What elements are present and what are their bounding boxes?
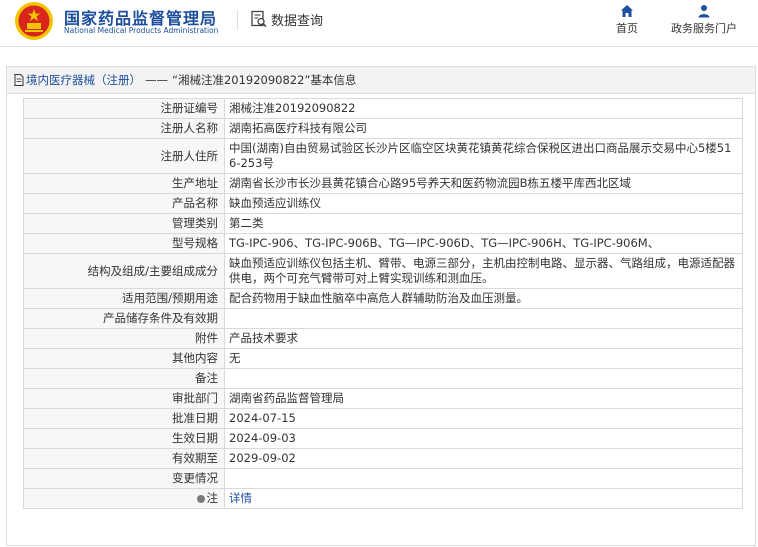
field-value: 2029-09-02 <box>224 448 743 469</box>
nav-home-label: 首页 <box>616 22 638 35</box>
table-row: 有效期至 2029-09-02 <box>23 448 743 469</box>
field-value: 湖南省药品监督管理局 <box>224 388 743 409</box>
national-emblem-icon <box>15 2 53 40</box>
home-icon <box>621 5 633 17</box>
field-label: 变更情况 <box>23 468 225 489</box>
field-label: 生效日期 <box>23 428 225 449</box>
table-row: 管理类别 第二类 <box>23 213 743 234</box>
nav-government-services[interactable]: 政务服务门户 <box>662 4 746 36</box>
field-value <box>224 468 743 489</box>
table-row: 生效日期 2024-09-03 <box>23 428 743 449</box>
note-icon <box>196 494 205 503</box>
table-row: 生产地址 湖南省长沙市长沙县黄花镇合心路95号养天和医药物流园B栋五楼平库西北区域 <box>23 173 743 194</box>
note-label: 注 <box>206 491 219 505</box>
field-label: 批准日期 <box>23 408 225 429</box>
table-row: 备注 <box>23 368 743 389</box>
breadcrumb-category[interactable]: 境内医疗器械（注册） <box>26 72 141 88</box>
note-value-cell: 详情 <box>224 488 743 509</box>
field-label: 注册证编号 <box>23 98 225 119</box>
site-subtitle: National Medical Products Administration <box>64 26 219 35</box>
field-label: 产品名称 <box>23 193 225 214</box>
field-label: 其他内容 <box>23 348 225 369</box>
table-row: 变更情况 <box>23 468 743 489</box>
table-row: 其他内容无 <box>23 348 743 369</box>
table-row: 附件 产品技术要求 <box>23 328 743 349</box>
field-value: 湖南拓高医疗科技有限公司 <box>224 118 743 139</box>
field-value: 无 <box>224 348 743 369</box>
table-row: 注册人名称 湖南拓高医疗科技有限公司 <box>23 118 743 139</box>
document-icon <box>14 74 24 86</box>
field-label: 审批部门 <box>23 388 225 409</box>
field-label: 适用范围/预期用途 <box>23 288 225 309</box>
field-label: 管理类别 <box>23 213 225 234</box>
breadcrumb-separator: —— <box>145 73 168 87</box>
field-value: 配合药物用于缺血性脑卒中高危人群辅助防治及血压测量。 <box>224 288 743 309</box>
field-label: 生产地址 <box>23 173 225 194</box>
detail-table: 注册证编号 湘械注准20192090822 注册人名称 湖南拓高医疗科技有限公司 注册人… <box>23 98 743 509</box>
field-label: 产品储存条件及有效期 <box>23 308 225 329</box>
field-value <box>224 368 743 389</box>
details-link[interactable]: 详情 <box>229 491 252 505</box>
field-label: 备注 <box>23 368 225 389</box>
field-label: 附件 <box>23 328 225 349</box>
note-label-cell: 注 <box>23 488 225 509</box>
field-label: 注册人名称 <box>23 118 225 139</box>
table-row: 批准日期 2024-07-15 <box>23 408 743 429</box>
nav-home[interactable]: 首页 <box>606 4 648 36</box>
field-label: 型号规格 <box>23 233 225 254</box>
table-row: 注册人住所 中国(湖南)自由贸易试验区长沙片区临空区块黄花镇黄花综合保税区进出口商… <box>23 138 743 174</box>
header-divider <box>237 10 238 30</box>
header-border <box>0 46 758 47</box>
field-value: 湘械注准20192090822 <box>224 98 743 119</box>
nav-government-services-label: 政务服务门户 <box>671 22 737 35</box>
field-value: 2024-07-15 <box>224 408 743 429</box>
field-value: 2024-09-03 <box>224 428 743 449</box>
table-row: 注 详情 <box>23 488 743 509</box>
user-icon <box>698 5 710 18</box>
table-row: 产品名称 缺血预适应训练仪 <box>23 193 743 214</box>
field-value: 缺血预适应训练仪包括主机、臂带、电源三部分，主机由控制电路、显示器、气路组成，电… <box>224 253 743 289</box>
field-value <box>224 308 743 329</box>
table-row: 注册证编号 湘械注准20192090822 <box>23 98 743 119</box>
table-row: 产品储存条件及有效期 <box>23 308 743 329</box>
field-label: 注册人住所 <box>23 138 225 174</box>
table-row: 结构及组成/主要组成成分 缺血预适应训练仪包括主机、臂带、电源三部分，主机由控制电… <box>23 253 743 289</box>
field-value: 中国(湖南)自由贸易试验区长沙片区临空区块黄花镇黄花综合保税区进出口商品展示交易… <box>224 138 743 174</box>
field-value: TG-IPC-906、TG-IPC-906B、TG—IPC-906D、TG—IP… <box>224 233 743 254</box>
data-query-label: 数据查询 <box>271 13 324 29</box>
breadcrumb-current: “湘械注准20192090822”基本信息 <box>172 73 357 87</box>
breadcrumb: 境内医疗器械（注册） —— “湘械注准20192090822”基本信息 <box>7 67 755 94</box>
field-value: 产品技术要求 <box>224 328 743 349</box>
site-header: 国家药品监督管理局 National Medical Products Admi… <box>0 0 758 46</box>
field-value: 第二类 <box>224 213 743 234</box>
table-row: 型号规格 TG-IPC-906、TG-IPC-906B、TG—IPC-906D、T… <box>23 233 743 254</box>
field-value: 湖南省长沙市长沙县黄花镇合心路95号养天和医药物流园B栋五楼平库西北区域 <box>224 173 743 194</box>
data-query-link[interactable]: 数据查询 <box>250 9 323 29</box>
field-label: 结构及组成/主要组成成分 <box>23 253 225 289</box>
table-row: 审批部门 湖南省药品监督管理局 <box>23 388 743 409</box>
table-row: 适用范围/预期用途 配合药物用于缺血性脑卒中高危人群辅助防治及血压测量。 <box>23 288 743 309</box>
search-doc-icon <box>251 10 267 28</box>
field-value: 缺血预适应训练仪 <box>224 193 743 214</box>
field-label: 有效期至 <box>23 448 225 469</box>
